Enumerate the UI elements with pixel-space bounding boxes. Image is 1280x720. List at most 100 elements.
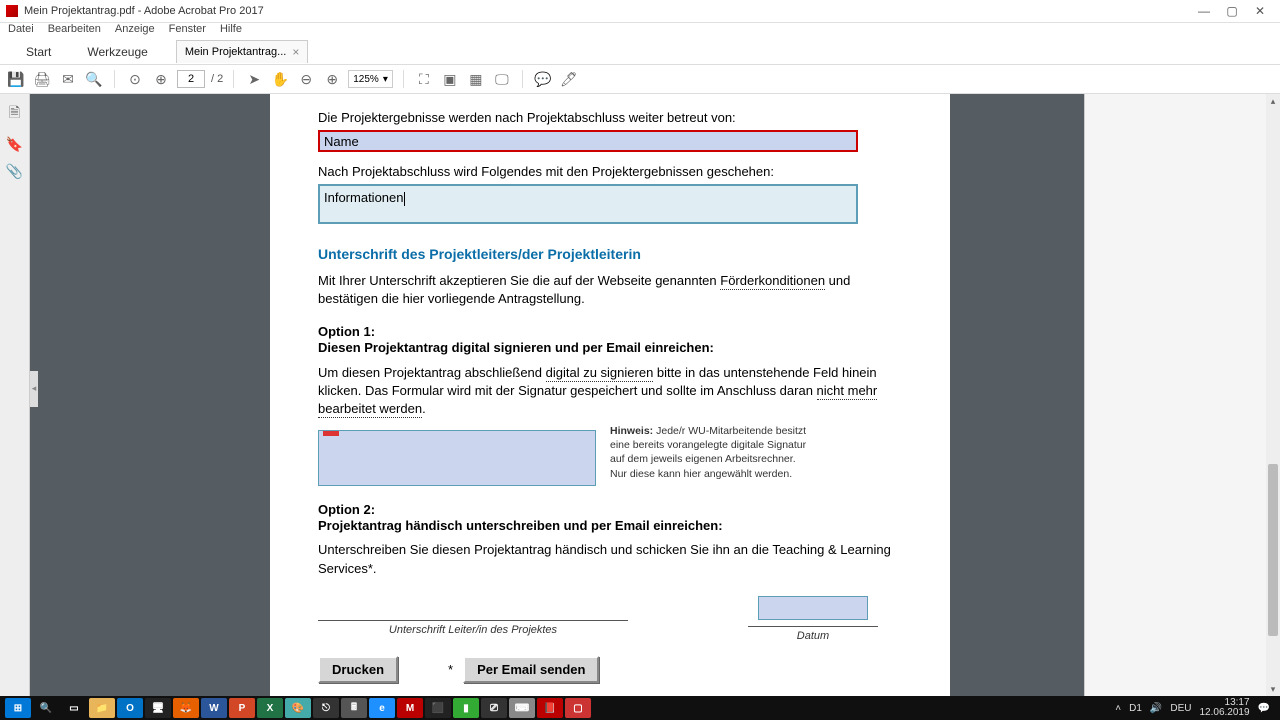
taskbar-app-9[interactable]: X <box>257 698 283 718</box>
option2-text: Unterschreiben Sie diesen Projektantrag … <box>318 541 902 577</box>
maximize-button[interactable]: ▢ <box>1218 2 1246 20</box>
tab-document[interactable]: Mein Projektantrag... × <box>176 40 309 63</box>
tab-werkzeuge[interactable]: Werkzeuge <box>69 41 165 63</box>
attachments-icon[interactable]: 📎 <box>6 163 23 180</box>
link-foerderkonditionen[interactable]: Förderkonditionen <box>720 273 825 290</box>
page-number-input[interactable] <box>177 70 205 88</box>
menu-datei[interactable]: Datei <box>8 23 34 35</box>
option2-head: Option 2: <box>318 502 902 517</box>
field-label-betreut: Die Projektergebnisse werden nach Projek… <box>318 110 902 125</box>
zoom-select[interactable]: 125%▾ <box>348 70 393 88</box>
taskbar-app-13[interactable]: e <box>369 698 395 718</box>
taskbar-app-4[interactable]: O <box>117 698 143 718</box>
hinweis-text: Hinweis: Jede/r WU-Mitarbeitende besitzt… <box>610 424 810 481</box>
taskbar-app-11[interactable]: ⎋ <box>313 698 339 718</box>
comment-icon[interactable]: 💬 <box>533 69 553 89</box>
tray-lang[interactable]: DEU <box>1170 703 1191 714</box>
document-viewport[interactable]: ◂ Die Projektergebnisse werden nach Proj… <box>30 94 1084 696</box>
bookmarks-icon[interactable]: 🔖 <box>6 136 23 153</box>
page-down-icon[interactable]: ⊕ <box>151 69 171 89</box>
hand-icon[interactable]: ✋ <box>270 69 290 89</box>
digital-signature-field[interactable] <box>318 430 596 486</box>
work-area: 🗎 🔖 📎 ◂ Die Projektergebnisse werden nac… <box>0 94 1280 696</box>
left-nav-strip: 🗎 🔖 📎 <box>0 94 30 696</box>
mail-icon[interactable]: ✉ <box>58 69 78 89</box>
highlight-icon[interactable]: 🖊 <box>559 69 579 89</box>
taskbar-app-5[interactable]: 🖥 <box>145 698 171 718</box>
windows-taskbar: ⊞🔍▭📁O🖥🦊WPX🎨⎋🖩eM⬛▮⎚⌨📕▢ ˄ D1 🔊 DEU 13:17 1… <box>0 696 1280 720</box>
page-up-icon[interactable]: ⊙ <box>125 69 145 89</box>
taskbar-app-12[interactable]: 🖩 <box>341 698 367 718</box>
taskbar-app-20[interactable]: ▢ <box>565 698 591 718</box>
system-tray[interactable]: ˄ D1 🔊 DEU 13:17 12.06.2019 💬 <box>1115 698 1276 718</box>
tray-lang-short[interactable]: D1 <box>1129 703 1142 714</box>
scroll-down-icon[interactable]: ▾ <box>1266 682 1280 696</box>
taskbar-app-10[interactable]: 🎨 <box>285 698 311 718</box>
page-total: / 2 <box>211 73 223 85</box>
taskbar-app-14[interactable]: M <box>397 698 423 718</box>
menu-bearbeiten[interactable]: Bearbeiten <box>48 23 101 35</box>
tray-clock[interactable]: 13:17 12.06.2019 <box>1199 698 1249 718</box>
taskbar-app-0[interactable]: ⊞ <box>5 698 31 718</box>
taskbar-app-15[interactable]: ⬛ <box>425 698 451 718</box>
toolbar: 💾 🖨 ✉ 🔍 ⊙ ⊕ / 2 ➤ ✋ ⊖ ⊕ 125%▾ ⛶ ▣ ▦ 🖵 💬 … <box>0 65 1280 94</box>
taskbar-app-19[interactable]: 📕 <box>537 698 563 718</box>
signature-tag-icon <box>323 431 339 436</box>
taskbar-app-2[interactable]: ▭ <box>61 698 87 718</box>
tray-volume-icon[interactable]: 🔊 <box>1150 703 1162 714</box>
fit-page-icon[interactable]: ▣ <box>440 69 460 89</box>
signature-label: Unterschrift Leiter/in des Projektes <box>389 624 557 636</box>
save-icon[interactable]: 💾 <box>6 69 26 89</box>
link-digital-signieren[interactable]: digital zu signieren <box>546 365 654 382</box>
field-label-folgendes: Nach Projektabschluss wird Folgendes mit… <box>318 164 902 179</box>
date-label: Datum <box>797 630 829 642</box>
thumbnails-icon[interactable]: 🗎 <box>9 102 20 126</box>
chevron-down-icon: ▾ <box>383 74 388 85</box>
tab-document-label: Mein Projektantrag... <box>185 46 287 58</box>
scroll-up-icon[interactable]: ▴ <box>1266 94 1280 108</box>
window-titlebar: Mein Projektantrag.pdf - Adobe Acrobat P… <box>0 0 1280 23</box>
option1-head: Option 1: <box>318 324 902 339</box>
pdf-page: Die Projektergebnisse werden nach Projek… <box>270 94 950 696</box>
search-icon[interactable]: 🔍 <box>84 69 104 89</box>
fit-width-icon[interactable]: ⛶ <box>414 69 434 89</box>
tray-chevron-icon[interactable]: ˄ <box>1115 703 1121 714</box>
tab-start[interactable]: Start <box>8 41 69 63</box>
tray-notifications-icon[interactable]: 💬 <box>1258 703 1270 714</box>
tools-panel[interactable]: ▴ ▾ <box>1084 94 1280 696</box>
taskbar-app-18[interactable]: ⌨ <box>509 698 535 718</box>
menu-hilfe[interactable]: Hilfe <box>220 23 242 35</box>
taskbar-app-6[interactable]: 🦊 <box>173 698 199 718</box>
taskbar-app-7[interactable]: W <box>201 698 227 718</box>
zoom-out-icon[interactable]: ⊖ <box>296 69 316 89</box>
taskbar-app-8[interactable]: P <box>229 698 255 718</box>
field-name[interactable]: Name <box>318 130 858 152</box>
menu-fenster[interactable]: Fenster <box>169 23 206 35</box>
pointer-icon[interactable]: ➤ <box>244 69 264 89</box>
date-field[interactable] <box>758 596 868 620</box>
scroll-thumb[interactable] <box>1268 464 1278 636</box>
taskbar-app-3[interactable]: 📁 <box>89 698 115 718</box>
field-informationen[interactable]: Informationen <box>318 184 858 224</box>
print-icon[interactable]: 🖨 <box>32 69 52 89</box>
accept-text: Mit Ihrer Unterschrift akzeptieren Sie d… <box>318 272 902 308</box>
date-slot: Datum <box>748 596 878 642</box>
zoom-in-icon[interactable]: ⊕ <box>322 69 342 89</box>
close-button[interactable]: ✕ <box>1246 2 1274 20</box>
option2-sub: Projektantrag händisch unterschreiben un… <box>318 517 902 535</box>
scrollbar[interactable]: ▴ ▾ <box>1266 94 1280 696</box>
app-icon <box>6 5 18 17</box>
menu-anzeige[interactable]: Anzeige <box>115 23 155 35</box>
taskbar-app-17[interactable]: ⎚ <box>481 698 507 718</box>
collapse-left-icon[interactable]: ◂ <box>30 371 38 407</box>
fit-icon[interactable]: ▦ <box>466 69 486 89</box>
window-title: Mein Projektantrag.pdf - Adobe Acrobat P… <box>24 5 264 17</box>
minimize-button[interactable]: ― <box>1190 2 1218 20</box>
read-mode-icon[interactable]: 🖵 <box>492 69 512 89</box>
tab-close-icon[interactable]: × <box>292 45 299 59</box>
option1-text: Um diesen Projektantrag abschließend dig… <box>318 364 902 419</box>
print-button[interactable]: Drucken <box>318 656 398 683</box>
taskbar-app-16[interactable]: ▮ <box>453 698 479 718</box>
taskbar-app-1[interactable]: 🔍 <box>33 698 59 718</box>
email-button[interactable]: Per Email senden <box>463 656 599 683</box>
